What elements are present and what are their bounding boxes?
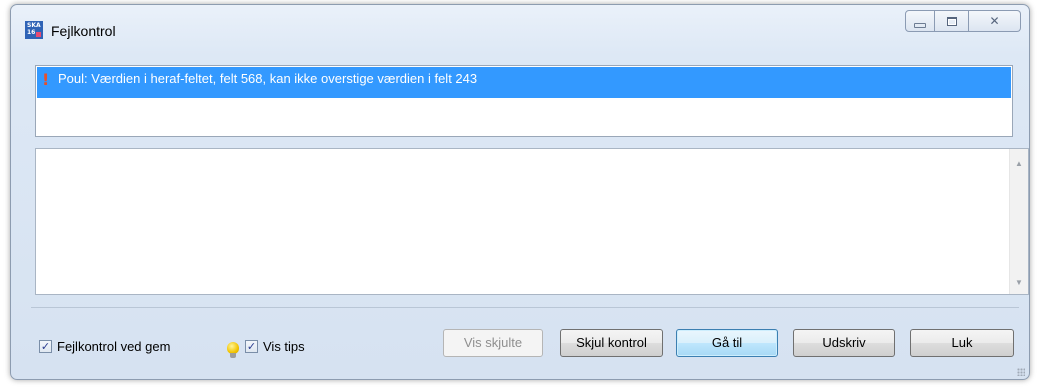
minimize-button[interactable]: [905, 10, 935, 32]
window-title: Fejlkontrol: [51, 23, 116, 39]
luk-button[interactable]: Luk: [910, 329, 1014, 357]
fejlkontrol-window: SKA 16 Fejlkontrol ✕ ! Poul: Værdien i h…: [10, 4, 1030, 380]
list-item[interactable]: ! Poul: Værdien i heraf-feltet, felt 568…: [37, 67, 1011, 98]
vis-tips-checkbox[interactable]: ✓ Vis tips: [245, 339, 305, 354]
vis-skjulte-button[interactable]: Vis skjulte: [443, 329, 543, 357]
fejlkontrol-ved-gem-checkbox[interactable]: ✓ Fejlkontrol ved gem: [39, 339, 170, 354]
close-button[interactable]: ✕: [969, 10, 1021, 32]
divider: [31, 307, 1019, 308]
app-icon: SKA 16: [25, 21, 43, 39]
maximize-button[interactable]: [935, 10, 969, 32]
minimize-icon: [914, 22, 926, 28]
lightbulb-icon: [227, 342, 239, 358]
detail-text-area[interactable]: ▲ ▼: [35, 148, 1029, 295]
resize-grip[interactable]: [1017, 368, 1025, 376]
udskriv-button[interactable]: Udskriv: [793, 329, 895, 357]
window-controls: ✕: [905, 10, 1021, 36]
skjul-kontrol-button[interactable]: Skjul kontrol: [560, 329, 663, 357]
checkbox-checked-icon: ✓: [245, 340, 258, 353]
app-icon-dot: [36, 32, 41, 37]
fejlkontrol-ved-gem-label: Fejlkontrol ved gem: [57, 339, 171, 354]
maximize-icon: [946, 16, 957, 26]
close-icon: ✕: [989, 14, 1000, 28]
vertical-scrollbar[interactable]: ▲ ▼: [1009, 149, 1028, 294]
title-bar[interactable]: SKA 16 Fejlkontrol ✕: [11, 5, 1029, 57]
gaa-til-button[interactable]: Gå til: [676, 329, 778, 357]
error-message-text: Poul: Værdien i heraf-feltet, felt 568, …: [58, 71, 478, 86]
warning-exclamation-icon: !: [42, 70, 50, 89]
error-list[interactable]: ! Poul: Værdien i heraf-feltet, felt 568…: [35, 65, 1013, 137]
checkbox-checked-icon: ✓: [39, 340, 52, 353]
vis-tips-label: Vis tips: [263, 339, 305, 354]
scroll-down-icon[interactable]: ▼: [1010, 274, 1028, 292]
scroll-up-icon[interactable]: ▲: [1010, 155, 1028, 173]
